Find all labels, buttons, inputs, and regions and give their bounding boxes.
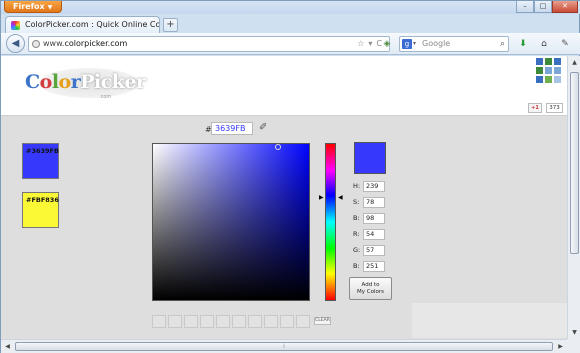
google-engine-icon[interactable]: g [402,39,412,49]
eyedropper-icon[interactable]: ✐ [259,122,267,133]
logo-subtext: .com [99,94,112,100]
browser-window: Firefox ▼ – □ ✕ ColorPicker.com : Quick O… [0,0,580,353]
colorpicker-logo[interactable]: ColorPicker .com [21,64,146,104]
red-input[interactable]: 54 [363,229,385,240]
tab-title: ColorPicker.com : Quick Online Color Pi.… [25,20,160,29]
primary-color-chip[interactable]: #3639FB [22,143,59,179]
header-swatch [554,67,561,74]
saved-color-slot[interactable] [248,315,262,328]
header-swatch [545,58,552,65]
add-button-line1: Add to [361,282,380,288]
address-bar[interactable]: www.colorpicker.com ☆▾C [28,36,390,52]
navigation-bar: ◀ www.colorpicker.com ☆▾C ◈ g ▾ Google ⌕… [1,33,580,55]
saved-colors [152,315,312,328]
maximize-button[interactable]: □ [534,1,552,13]
saturation-input[interactable]: 78 [363,197,385,208]
field-green: G: 57 [353,245,398,256]
header-swatch [536,76,543,83]
field-brightness: B: 98 [353,213,398,224]
saved-color-slot[interactable] [280,315,294,328]
green-input[interactable]: 57 [363,245,385,256]
saturation-brightness-area[interactable] [152,143,310,301]
page-content: ColorPicker .com +1 373 #3639FB #FBF836 … [1,56,567,339]
extension-icon[interactable]: ✎ [559,38,571,50]
google-plus-count: 373 [546,103,563,113]
hue-arrow-left-icon[interactable]: ◀ [338,194,343,201]
saved-color-slot[interactable] [232,315,246,328]
scroll-left-icon[interactable]: ◀ [1,340,14,353]
secondary-color-chip[interactable]: #FBF836 [22,192,59,228]
header-swatch [554,58,561,65]
saved-color-slot[interactable] [216,315,230,328]
header-swatch [545,67,552,74]
footer-area [412,303,567,338]
field-hue: H: 239 [353,181,398,192]
saved-color-slot[interactable] [296,315,310,328]
url-prefix: www. [43,39,65,48]
url-domain: colorpicker.com [64,39,128,48]
hex-input[interactable] [211,122,253,135]
sv-cursor[interactable] [275,144,281,150]
field-red: R: 54 [353,229,398,240]
search-bar[interactable]: g ▾ Google ⌕ [399,36,509,52]
header-swatch [545,76,552,83]
search-placeholder: Google [422,39,451,48]
scroll-up-icon[interactable]: ▲ [568,56,580,69]
scrollbar-corner [567,339,580,353]
hue-arrow-right-icon[interactable]: ▶ [319,194,324,201]
engine-caret-icon: ▾ [413,40,417,47]
saved-color-slot[interactable] [200,315,214,328]
new-tab-button[interactable]: + [163,18,178,32]
saved-color-slot[interactable] [168,315,182,328]
google-plus-button[interactable]: +1 [528,103,542,113]
saved-color-slot[interactable] [184,315,198,328]
brightness-input[interactable]: 98 [363,213,385,224]
close-window-button[interactable]: ✕ [552,1,578,13]
add-to-my-colors-button[interactable]: Add to My Colors [349,277,392,300]
header-swatch [536,67,543,74]
hue-input[interactable]: 239 [363,181,385,192]
vertical-scrollbar[interactable]: ▲ ▼ [567,56,580,339]
tab-colorpicker[interactable]: ColorPicker.com : Quick Online Color Pi.… [5,16,160,33]
primary-color-label: #3639FB [26,147,59,155]
saved-color-slot[interactable] [264,315,278,328]
field-saturation: S: 78 [353,197,398,208]
add-button-line2: My Colors [357,289,384,295]
scroll-right-icon[interactable]: ▶ [554,340,567,353]
logo-text: ColorPicker [25,71,146,93]
firefox-menu-button[interactable]: Firefox ▼ [4,1,62,13]
globe-icon [32,40,40,48]
header-swatch [536,58,543,65]
home-icon[interactable]: ⌂ [538,38,550,50]
horizontal-scrollbar[interactable]: ◀ ⁞ ▶ [1,339,567,353]
title-bar: Firefox ▼ – □ ✕ [1,1,580,14]
caret-down-icon: ▼ [47,4,53,11]
saved-color-slot[interactable] [152,315,166,328]
window-controls: – □ ✕ [516,1,578,13]
scroll-down-icon[interactable]: ▼ [568,326,580,339]
horizontal-scroll-thumb[interactable]: ⁞ [15,342,553,351]
blue-input[interactable]: 251 [363,261,385,272]
minimize-button[interactable]: – [516,1,534,13]
firefox-menu-label: Firefox [13,2,45,11]
search-icon[interactable]: ⌕ [500,37,505,51]
back-button[interactable]: ◀ [6,34,25,53]
color-preview [354,142,386,174]
tab-strip: ColorPicker.com : Quick Online Color Pi.… [1,14,580,33]
field-blue: B: 251 [353,261,398,272]
clear-saved-button[interactable]: CLEAR [314,317,331,325]
addon-icon[interactable]: ◈ [381,38,393,50]
header-swatches [536,58,561,83]
header-swatch [554,76,561,83]
hue-slider[interactable] [325,143,336,301]
secondary-color-label: #FBF836 [26,196,59,204]
download-icon[interactable]: ⬇ [517,38,529,50]
vertical-scroll-thumb[interactable] [570,72,579,254]
site-header: ColorPicker .com +1 373 [1,56,567,116]
colorpicker-favicon-icon [11,21,20,30]
